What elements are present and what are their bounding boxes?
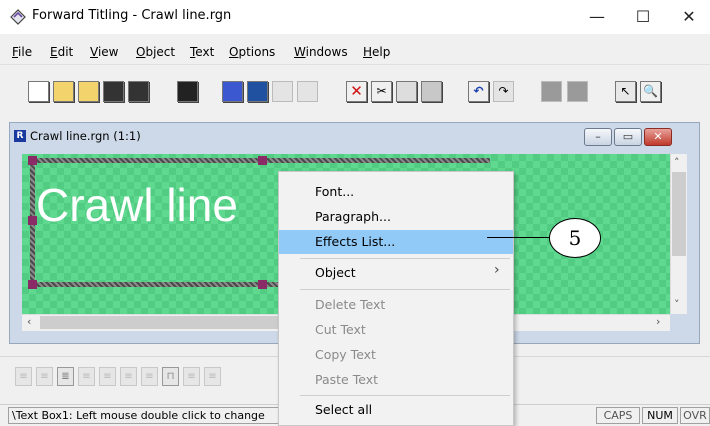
menu-item-delete-text: Delete Text bbox=[315, 297, 386, 312]
num-indicator: NUM bbox=[642, 407, 678, 424]
align-top-icon: ≡ bbox=[78, 367, 95, 386]
doc-restore-button[interactable]: ▭ bbox=[614, 128, 642, 146]
resize-handle[interactable] bbox=[258, 156, 267, 165]
open-folder-icon[interactable] bbox=[78, 81, 99, 102]
horizontal-scroll-thumb[interactable] bbox=[40, 316, 280, 329]
menu-file[interactable]: File bbox=[12, 45, 32, 59]
menu-separator bbox=[300, 289, 510, 290]
save-all-icon[interactable] bbox=[128, 81, 149, 102]
menu-separator bbox=[300, 395, 510, 396]
copy-icon[interactable] bbox=[396, 81, 417, 102]
save-disk-icon[interactable] bbox=[177, 81, 198, 102]
scroll-up-icon[interactable]: ˄ bbox=[674, 156, 680, 169]
resize-handle[interactable] bbox=[28, 156, 37, 165]
menu-item-effects-list[interactable]: Effects List... bbox=[279, 230, 513, 254]
resize-handle[interactable] bbox=[28, 280, 37, 289]
transparency-icon[interactable] bbox=[222, 81, 243, 102]
redo-icon: ↷ bbox=[493, 81, 514, 102]
align-middle-icon: ≡ bbox=[120, 367, 137, 386]
disabled-b-icon bbox=[297, 81, 318, 102]
menu-item-paragraph[interactable]: Paragraph... bbox=[279, 205, 513, 229]
submenu-chevron-icon: › bbox=[494, 262, 500, 278]
menu-item-select-all[interactable]: Select all bbox=[279, 398, 513, 422]
import-icon[interactable] bbox=[247, 81, 268, 102]
callout-pointer-line bbox=[487, 237, 549, 238]
save-icon[interactable] bbox=[103, 81, 124, 102]
new-icon[interactable] bbox=[28, 81, 49, 102]
disabled-c-icon bbox=[541, 81, 562, 102]
pointer-icon[interactable]: ↖ bbox=[615, 81, 636, 102]
spacing-icon: ≡ bbox=[183, 367, 200, 386]
scroll-left-icon[interactable]: ‹ bbox=[27, 315, 31, 328]
ovr-indicator: OVR bbox=[680, 407, 710, 424]
zoom-icon[interactable]: 🔍 bbox=[640, 81, 661, 102]
app-icon bbox=[10, 9, 26, 25]
align-right-icon: ≡ bbox=[99, 367, 116, 386]
open-icon[interactable] bbox=[53, 81, 74, 102]
crawl-line-text[interactable]: Crawl line bbox=[36, 178, 238, 232]
window-title: Forward Titling - Crawl line.rgn bbox=[32, 8, 232, 23]
menu-item-paste-text: Paste Text bbox=[315, 372, 378, 387]
menu-view[interactable]: View bbox=[90, 45, 118, 59]
distribute-icon[interactable]: ⊓ bbox=[162, 367, 179, 386]
menu-item-cut-text: Cut Text bbox=[315, 322, 366, 337]
disabled-a-icon bbox=[272, 81, 293, 102]
undo-icon[interactable]: ↶ bbox=[468, 81, 489, 102]
callout-number: 5 bbox=[549, 218, 601, 258]
align-left-icon: ≡ bbox=[15, 367, 32, 386]
disabled-d-icon bbox=[567, 81, 588, 102]
caps-indicator: CAPS bbox=[596, 407, 640, 424]
status-message: \Text Box1: Left mouse double click to c… bbox=[8, 407, 283, 424]
close-button[interactable]: ✕ bbox=[666, 0, 710, 34]
region-file-icon: R bbox=[14, 130, 26, 142]
delete-icon[interactable]: ✕ bbox=[346, 81, 367, 102]
menu-help[interactable]: Help bbox=[363, 45, 390, 59]
scroll-down-icon[interactable]: ˅ bbox=[674, 298, 680, 311]
size-icon: ≡ bbox=[204, 367, 221, 386]
align-center-icon: ≡ bbox=[36, 367, 53, 386]
document-title: Crawl line.rgn (1:1) bbox=[30, 129, 141, 143]
scroll-right-icon[interactable]: › bbox=[656, 315, 660, 328]
menu-options[interactable]: Options bbox=[229, 45, 275, 59]
align-justify-icon[interactable]: ≣ bbox=[57, 367, 74, 386]
maximize-button[interactable]: ☐ bbox=[620, 0, 666, 34]
menu-item-object[interactable]: Object bbox=[279, 261, 513, 285]
minimize-button[interactable]: — bbox=[574, 0, 620, 34]
paste-icon[interactable] bbox=[421, 81, 442, 102]
menu-item-copy-text: Copy Text bbox=[315, 347, 376, 362]
menu-separator bbox=[300, 258, 510, 259]
cut-icon[interactable]: ✂ bbox=[371, 81, 392, 102]
menu-object[interactable]: Object bbox=[136, 45, 175, 59]
menu-windows[interactable]: Windows bbox=[294, 45, 348, 59]
doc-close-button[interactable]: ✕ bbox=[644, 128, 672, 146]
menu-text[interactable]: Text bbox=[190, 45, 214, 59]
align-bottom-icon: ≡ bbox=[141, 367, 158, 386]
menu-item-font[interactable]: Font... bbox=[279, 180, 513, 204]
doc-minimize-button[interactable]: – bbox=[584, 128, 612, 146]
vertical-scroll-thumb[interactable] bbox=[672, 172, 686, 256]
resize-handle[interactable] bbox=[258, 280, 267, 289]
menu-edit[interactable]: Edit bbox=[50, 45, 73, 59]
